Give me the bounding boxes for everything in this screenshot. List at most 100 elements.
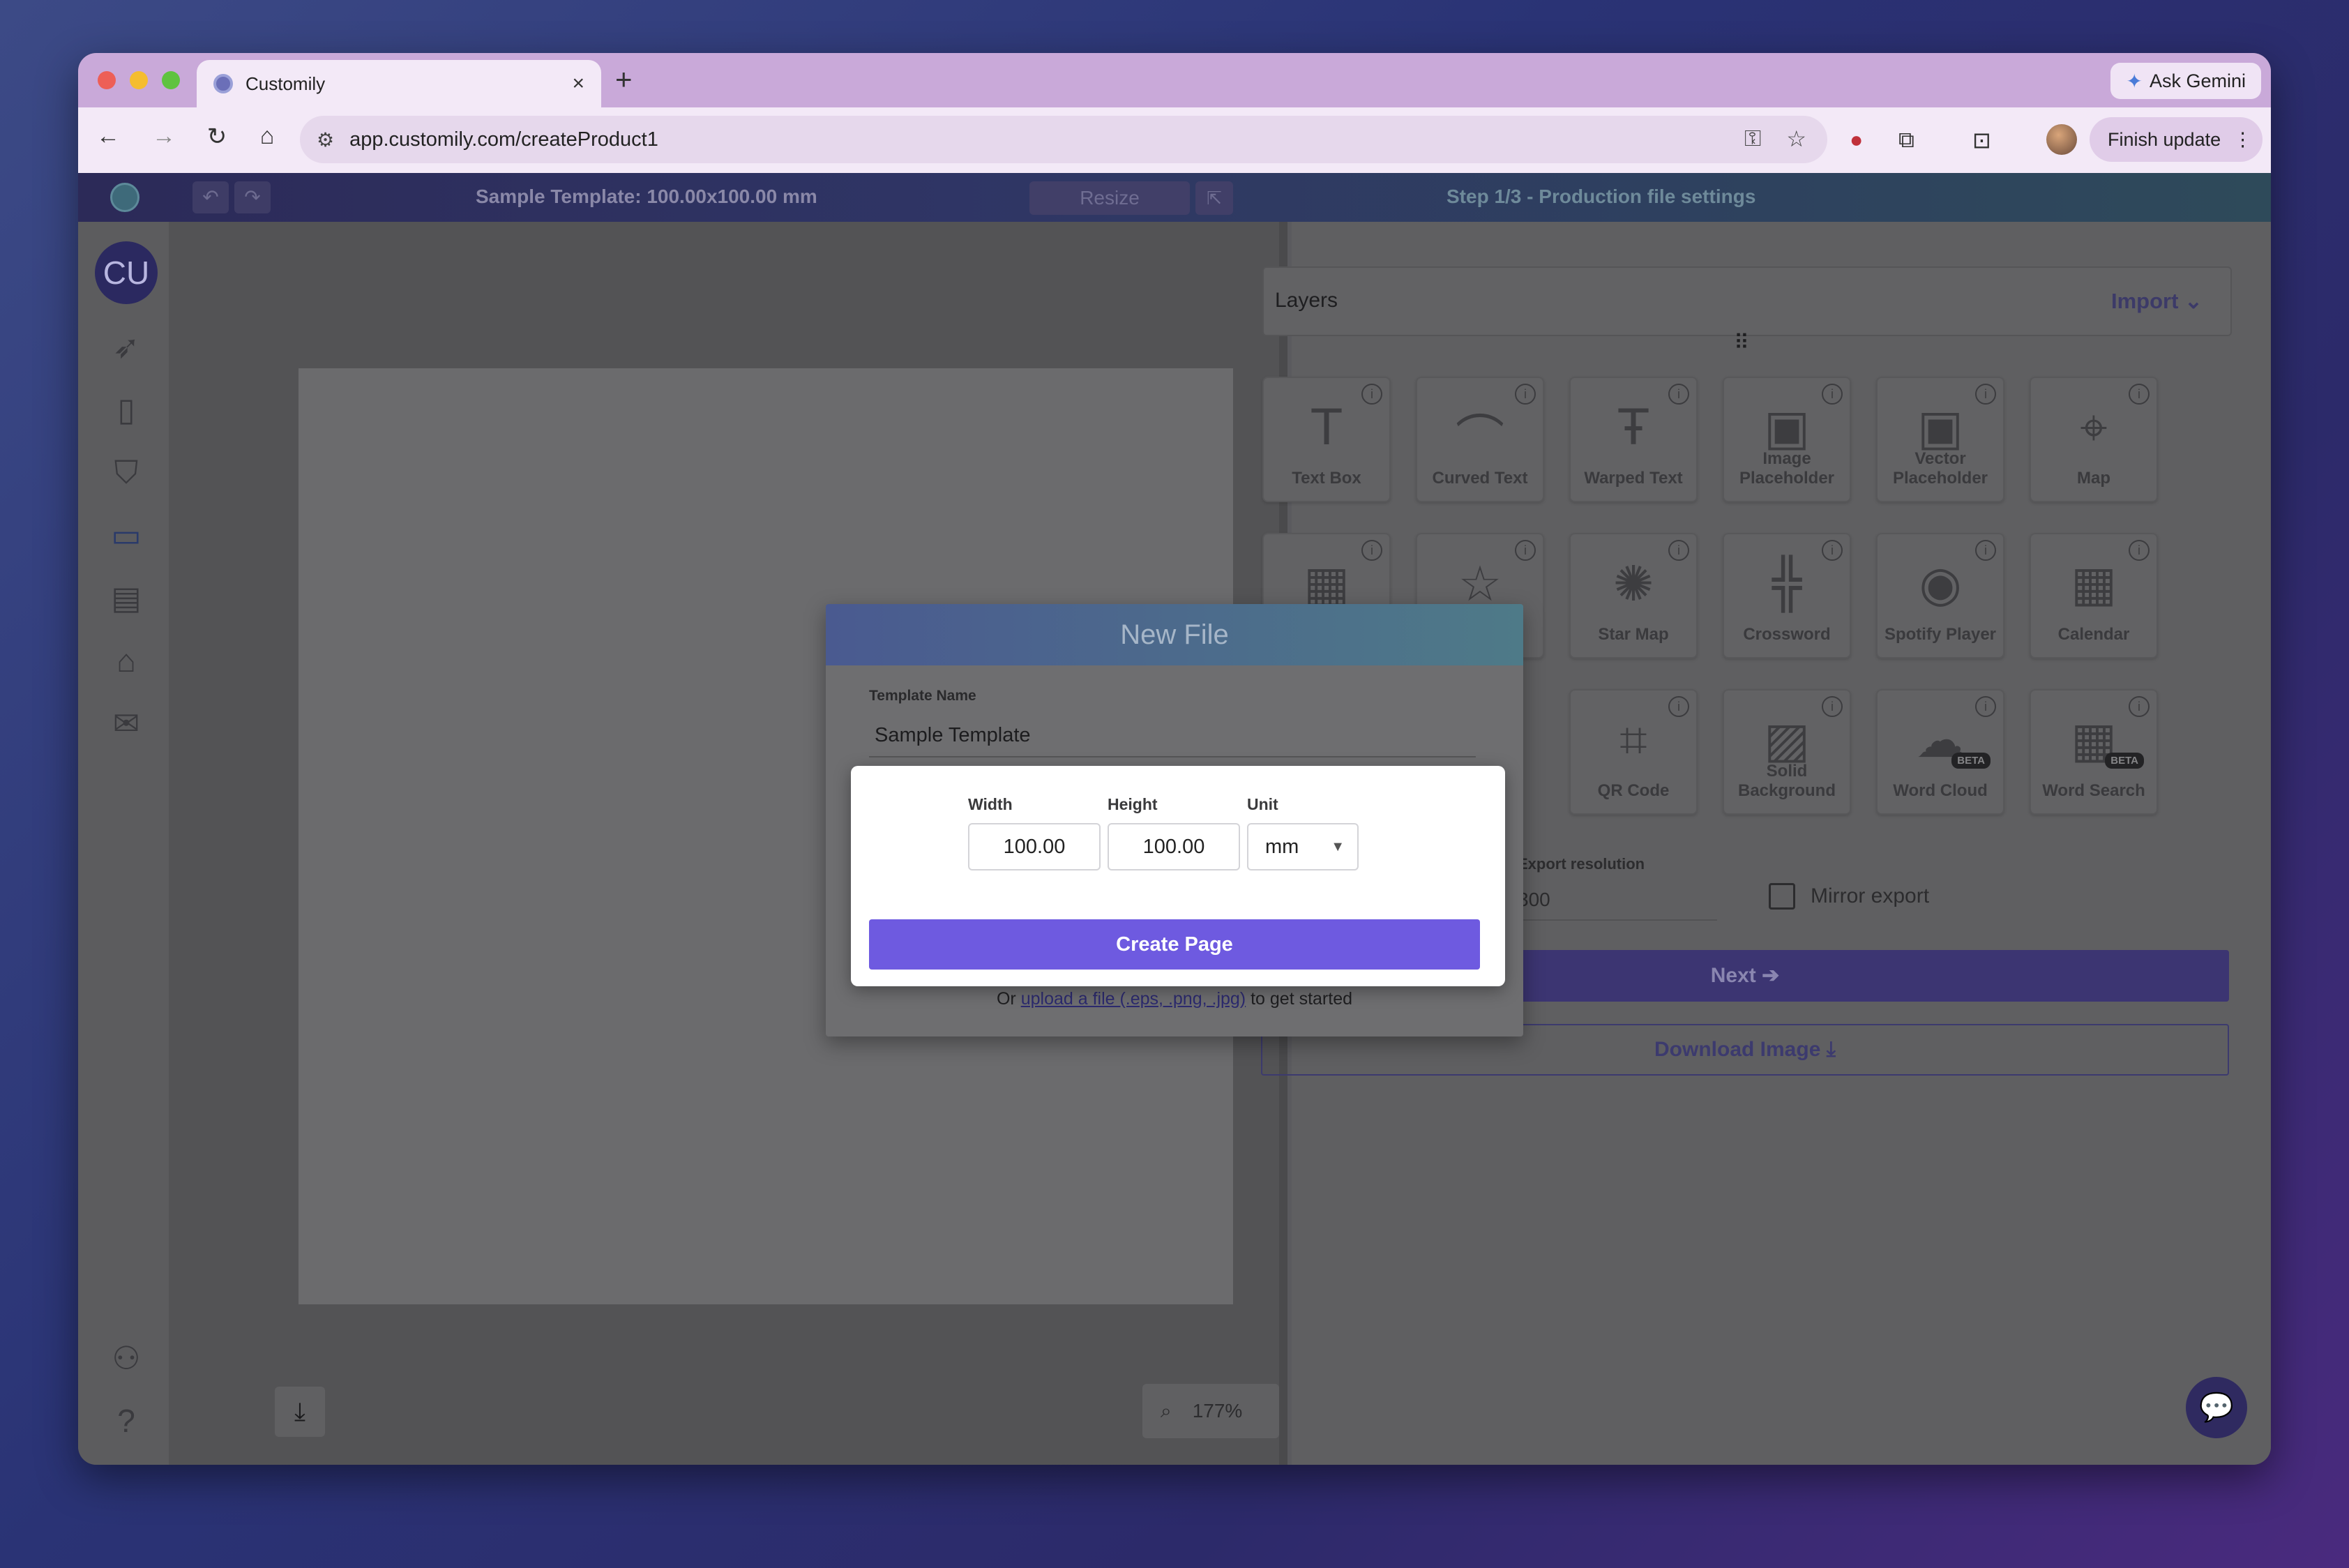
extensions-puzzle-icon[interactable]: ⧉: [1898, 127, 1914, 153]
info-icon[interactable]: i: [2129, 384, 2150, 405]
unit-select[interactable]: mm ▼: [1247, 823, 1359, 870]
undo-button[interactable]: ↶: [192, 181, 229, 213]
layer-tile-curved-text[interactable]: ⌒ i Curved Text: [1416, 377, 1544, 502]
chat-icon[interactable]: 💬: [2186, 1377, 2247, 1438]
text-box-icon: T: [1311, 399, 1342, 456]
bookmark-star-icon[interactable]: ☆: [1786, 126, 1806, 152]
layer-tile-spotify-player[interactable]: ◉ i Spotify Player: [1876, 533, 2004, 658]
layer-tile-calendar[interactable]: ▦ i Calendar: [2030, 533, 2158, 658]
download-icon[interactable]: ⤓: [275, 1387, 325, 1437]
zoom-search-icon: ⌕: [1161, 1399, 1172, 1422]
extension-icon[interactable]: ●: [1850, 127, 1863, 153]
layer-tile-star-map[interactable]: ✺ i Star Map: [1569, 533, 1698, 658]
layer-tile-map[interactable]: ⌖ i Map: [2030, 377, 2158, 502]
info-icon[interactable]: i: [1515, 384, 1536, 405]
rocket-icon[interactable]: ➶: [106, 326, 146, 367]
template-title: Sample Template: 100.00x100.00 mm: [476, 186, 817, 207]
tile-label: Star Map: [1598, 625, 1669, 644]
info-icon[interactable]: i: [1361, 384, 1382, 405]
minimize-window-button[interactable]: [130, 71, 148, 89]
height-input[interactable]: 100.00: [1108, 823, 1240, 870]
ask-gemini-button[interactable]: ✦ Ask Gemini: [2110, 63, 2261, 99]
info-icon[interactable]: i: [1822, 696, 1843, 717]
left-sidebar: CU ➶ ▯ ⛉ ▭ ▤ ⌂ ✉ ⚇ ? ⇥: [78, 222, 169, 1465]
info-icon[interactable]: i: [1975, 384, 1996, 405]
layer-tile-word-cloud[interactable]: ☁ i Word Cloud BETA: [1876, 689, 2004, 815]
app-logo-icon[interactable]: [110, 183, 139, 212]
tile-label: Word Search: [2042, 781, 2145, 800]
document-icon[interactable]: ▯: [106, 389, 146, 430]
tab-close-button[interactable]: ×: [572, 72, 584, 96]
layer-tile-warped-text[interactable]: Ŧi Warped Text: [1569, 377, 1698, 502]
tshirt-icon[interactable]: ⛉: [106, 452, 146, 492]
tile-label: Warped Text: [1584, 469, 1683, 488]
info-icon[interactable]: i: [1361, 540, 1382, 561]
create-page-button[interactable]: Create Page: [869, 919, 1480, 970]
unit-value: mm: [1265, 836, 1299, 858]
layer-tile-word-search[interactable]: ▦ i Word Search BETA: [2030, 689, 2158, 815]
tile-label: Crossword: [1743, 625, 1831, 644]
forward-icon[interactable]: →: [146, 123, 181, 150]
width-label: Width: [968, 795, 1013, 813]
template-name-input[interactable]: Sample Template: [875, 724, 1031, 747]
info-icon[interactable]: i: [1668, 540, 1689, 561]
redo-button[interactable]: ↷: [234, 181, 271, 213]
finish-update-button[interactable]: Finish update ⋮: [2090, 117, 2263, 162]
reload-icon[interactable]: ↻: [199, 123, 234, 151]
address-bar[interactable]: ⚙ app.customily.com/createProduct1 ⚿ ☆: [300, 116, 1827, 163]
import-dropdown[interactable]: Import ⌄: [2111, 289, 2203, 314]
help-icon[interactable]: ?: [106, 1401, 146, 1441]
browser-tab[interactable]: Customily ×: [197, 60, 601, 107]
layers-bar: Layers Import ⌄: [1262, 266, 2232, 336]
site-settings-icon[interactable]: ⚙: [317, 128, 334, 151]
info-icon[interactable]: i: [1668, 384, 1689, 405]
width-input[interactable]: 100.00: [968, 823, 1101, 870]
profile-avatar[interactable]: [2046, 124, 2077, 155]
layer-tile-solid-background[interactable]: ▨ i Solid Background: [1723, 689, 1851, 815]
mirror-export-checkbox[interactable]: [1769, 883, 1795, 910]
info-icon[interactable]: i: [2129, 696, 2150, 717]
layer-tile-image-placeholder[interactable]: ▣ i Image Placeholder: [1723, 377, 1851, 502]
design-monitor-icon[interactable]: ▭: [106, 515, 146, 555]
info-icon[interactable]: i: [1822, 540, 1843, 561]
layer-tile-crossword[interactable]: ╬ i Crossword: [1723, 533, 1851, 658]
store-icon[interactable]: ⌂: [106, 640, 146, 681]
user-settings-icon[interactable]: ⚇: [106, 1338, 146, 1378]
export-resolution-input[interactable]: 300: [1518, 889, 1717, 921]
home-icon[interactable]: ⌂: [250, 123, 285, 150]
back-icon[interactable]: ←: [91, 123, 126, 150]
drag-handle-icon[interactable]: ⠿: [1734, 331, 1749, 355]
layer-tile-text-box[interactable]: Ti Text Box: [1262, 377, 1391, 502]
info-icon[interactable]: i: [2129, 540, 2150, 561]
password-key-icon[interactable]: ⚿: [1744, 126, 1761, 152]
curved-text-icon: ⌒: [1456, 409, 1504, 467]
layer-tile-vector-placeholder[interactable]: ▣ i Vector Placeholder: [1876, 377, 2004, 502]
solid-background-icon: ▨: [1763, 711, 1811, 769]
resize-button[interactable]: Resize: [1029, 181, 1190, 215]
inbox-icon[interactable]: ✉: [106, 703, 146, 744]
upload-file-link[interactable]: upload a file (.eps, .png, .jpg): [1021, 989, 1246, 1009]
book-icon[interactable]: ▤: [106, 578, 146, 618]
tab-strip: Customily × + ✦ Ask Gemini: [78, 53, 2271, 107]
mirror-export-label: Mirror export: [1811, 884, 1930, 907]
tab-search-icon[interactable]: ⊡: [1972, 127, 1991, 153]
info-icon[interactable]: i: [1668, 696, 1689, 717]
tile-label: Solid Background: [1737, 762, 1836, 800]
info-icon[interactable]: i: [1515, 540, 1536, 561]
star-map-icon: ✺: [1612, 555, 1654, 612]
new-tab-button[interactable]: +: [615, 63, 633, 96]
info-icon[interactable]: i: [1822, 384, 1843, 405]
user-avatar[interactable]: CU: [95, 241, 158, 304]
logout-icon[interactable]: ⇥: [106, 1456, 146, 1465]
calendar-icon: ▦: [2070, 555, 2117, 612]
info-icon[interactable]: i: [1975, 696, 1996, 717]
gemini-icon: ✦: [2126, 70, 2143, 92]
warped-text-icon: Ŧ: [1618, 399, 1649, 456]
close-window-button[interactable]: [98, 71, 116, 89]
layer-tile-qr-code[interactable]: ⌗ i QR Code: [1569, 689, 1698, 815]
template-name-label: Template Name: [869, 688, 976, 704]
info-icon[interactable]: i: [1975, 540, 1996, 561]
tile-label: QR Code: [1597, 781, 1670, 800]
maximize-window-button[interactable]: [162, 71, 180, 89]
more-menu-icon[interactable]: ⋮: [2233, 129, 2252, 151]
